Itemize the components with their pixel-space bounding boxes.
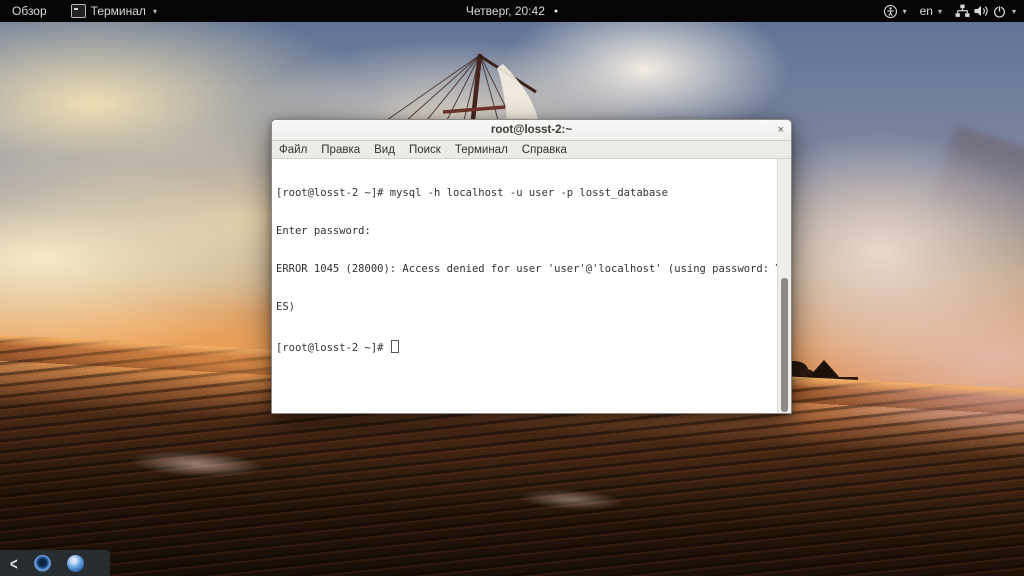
terminal-prompt-line: [root@losst-2 ~]# (276, 340, 778, 355)
volume-icon (973, 4, 989, 18)
ship-mast-graphic (385, 24, 615, 120)
terminal-line: [root@losst-2 ~]# (276, 342, 390, 354)
activities-button[interactable]: Обзор (8, 0, 51, 22)
terminal-icon (71, 4, 86, 18)
gnome-top-bar: Обзор Терминал ▾ Четверг, 20:42 ● ▾ en ▾ (0, 0, 1024, 22)
app-menu-button[interactable]: Терминал ▾ (67, 0, 161, 22)
app-menu-label: Терминал (91, 4, 146, 18)
scrollbar-thumb[interactable] (781, 278, 788, 412)
close-button[interactable]: × (778, 120, 784, 140)
menu-edit[interactable]: Правка (314, 141, 367, 158)
app-sphere-icon[interactable] (67, 555, 84, 572)
terminal-scrollbar[interactable] (777, 159, 791, 413)
chevron-down-icon: ▾ (153, 7, 157, 16)
wired-network-icon (955, 4, 970, 18)
tray-collapse-chevron[interactable]: < (10, 553, 18, 573)
terminal-line: Enter password: (276, 225, 778, 238)
message-tray: < (0, 550, 110, 576)
clock-label: Четверг, 20:42 (466, 4, 545, 18)
accessibility-menu[interactable]: ▾ (883, 4, 907, 19)
clock-button[interactable]: Четверг, 20:42 ● (462, 0, 562, 22)
chevron-down-icon: ▾ (938, 7, 942, 16)
terminal-window: root@losst-2:~ × Файл Правка Вид Поиск Т… (271, 119, 792, 414)
terminal-line: ES) (276, 301, 778, 314)
menu-help[interactable]: Справка (515, 141, 574, 158)
keyboard-layout-label: en (920, 4, 933, 18)
terminal-line: ERROR 1045 (28000): Access denied for us… (276, 263, 778, 276)
terminal-menubar: Файл Правка Вид Поиск Терминал Справка (272, 141, 791, 159)
activities-label: Обзор (12, 4, 47, 18)
terminal-cursor (391, 340, 399, 353)
terminal-area: [root@losst-2 ~]# mysql -h localhost -u … (272, 159, 791, 413)
notification-dot: ● (554, 8, 558, 15)
chevron-down-icon: ▾ (1012, 7, 1016, 16)
menu-terminal[interactable]: Терминал (448, 141, 515, 158)
system-status-menu[interactable]: ▾ (955, 4, 1016, 19)
menu-view[interactable]: Вид (367, 141, 402, 158)
window-titlebar[interactable]: root@losst-2:~ × (272, 120, 791, 141)
terminal-line: [root@losst-2 ~]# mysql -h localhost -u … (276, 187, 778, 200)
power-icon (992, 4, 1007, 19)
window-title: root@losst-2:~ (272, 124, 791, 136)
globe-icon[interactable] (34, 555, 51, 572)
terminal-screen[interactable]: [root@losst-2 ~]# mysql -h localhost -u … (272, 159, 778, 413)
menu-file[interactable]: Файл (272, 141, 314, 158)
accessibility-icon (883, 4, 898, 19)
keyboard-layout-menu[interactable]: en ▾ (920, 4, 942, 18)
chevron-down-icon: ▾ (903, 7, 907, 16)
menu-search[interactable]: Поиск (402, 141, 448, 158)
